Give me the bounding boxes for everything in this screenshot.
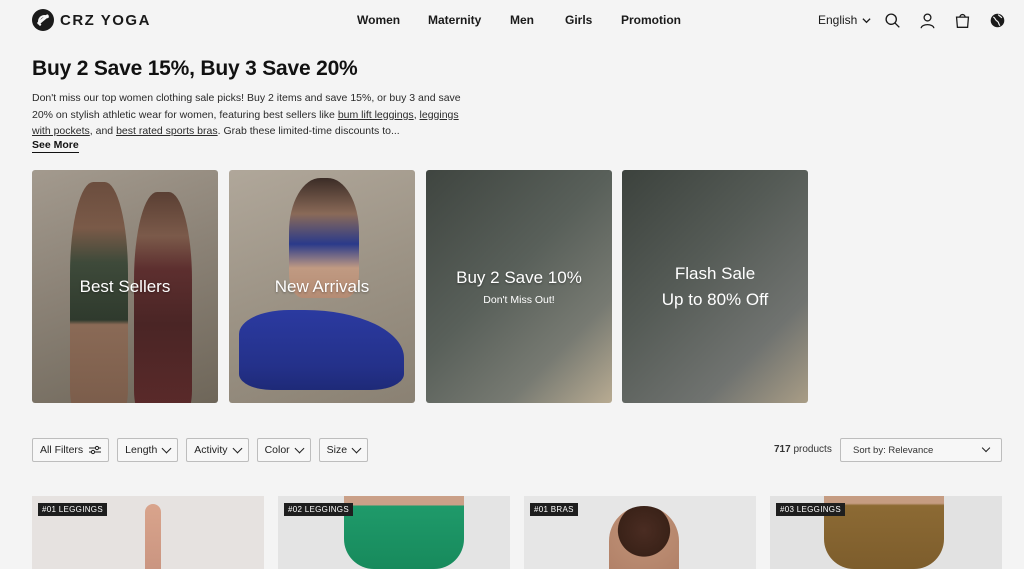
chevron-down-icon: [294, 443, 305, 453]
intro-text-4: . Grab these limited-time discounts to..…: [217, 125, 400, 137]
nav-item-promotion[interactable]: Promotion: [621, 13, 681, 27]
product-image: [145, 504, 161, 569]
bag-icon[interactable]: [953, 11, 971, 29]
all-filters-label: All Filters: [40, 444, 84, 456]
banner-sublabel: Don't Miss Out!: [483, 293, 555, 306]
product-card[interactable]: #03 LEGGINGS: [770, 496, 1002, 569]
page-title: Buy 2 Save 15%, Buy 3 Save 20%: [32, 57, 358, 80]
banner-label: Best Sellers: [79, 276, 171, 296]
chevron-down-icon: [981, 443, 991, 453]
language-selector[interactable]: English: [818, 13, 871, 27]
language-label: English: [818, 13, 858, 27]
product-count-suffix: products: [790, 444, 832, 455]
chevron-down-icon: [161, 443, 172, 453]
banner-new-arrivals[interactable]: New Arrivals: [229, 170, 415, 403]
filter-length[interactable]: Length: [117, 438, 179, 462]
product-image: [344, 496, 464, 569]
brand-name: CRZ YOGA: [60, 11, 151, 29]
nav-item-men[interactable]: Men: [510, 13, 565, 27]
brand-logo[interactable]: CRZ YOGA: [32, 9, 151, 31]
search-icon[interactable]: [883, 11, 901, 29]
product-count: 717 products: [774, 444, 832, 455]
nav-item-maternity[interactable]: Maternity: [428, 13, 510, 27]
rank-badge: #02 LEGGINGS: [284, 503, 353, 516]
rank-badge: #03 LEGGINGS: [776, 503, 845, 516]
filter-label: Length: [125, 444, 158, 456]
sort-select[interactable]: Sort by: Relevance: [840, 438, 1002, 462]
logo-mark-icon: [32, 9, 54, 31]
chevron-down-icon: [232, 443, 243, 453]
filter-sliders-icon: [89, 445, 102, 455]
link-bum-lift-leggings[interactable]: bum lift leggings: [338, 109, 414, 121]
legs-image: [239, 310, 404, 390]
nav-item-women[interactable]: Women: [357, 13, 428, 27]
header-actions: English: [818, 11, 1006, 29]
banner-buy2-save10[interactable]: Buy 2 Save 10% Don't Miss Out!: [426, 170, 612, 403]
banner-label: New Arrivals: [274, 276, 370, 296]
product-card[interactable]: #01 LEGGINGS: [32, 496, 264, 569]
rank-badge: #01 BRAS: [530, 503, 578, 516]
filter-label: Color: [264, 444, 290, 456]
globe-icon[interactable]: [988, 11, 1006, 29]
all-filters-button[interactable]: All Filters: [32, 438, 110, 462]
product-card[interactable]: #01 BRAS: [524, 496, 756, 569]
product-image: [609, 506, 679, 569]
product-count-number: 717: [774, 444, 791, 455]
product-card[interactable]: #02 LEGGINGS: [278, 496, 510, 569]
filter-activity[interactable]: Activity: [186, 438, 249, 462]
filter-size[interactable]: Size: [318, 438, 369, 462]
banner-best-sellers[interactable]: Best Sellers: [32, 170, 218, 403]
intro-text-3: , and: [89, 125, 117, 137]
nav-item-girls[interactable]: Girls: [565, 13, 621, 27]
sort-label: Sort by: Relevance: [853, 444, 934, 456]
filter-label: Size: [326, 444, 348, 456]
banner-sublabel: Up to 80% Off: [661, 289, 769, 309]
chevron-down-icon: [862, 17, 871, 23]
intro-description: Don't miss our top women clothing sale p…: [32, 90, 472, 140]
filter-label: Activity: [194, 444, 228, 456]
banner-label: Buy 2 Save 10%: [456, 267, 582, 287]
filter-bar: All Filters Length Activity Color Size: [32, 438, 369, 462]
rank-badge: #01 LEGGINGS: [38, 503, 107, 516]
model-image-2: [134, 192, 192, 403]
banner-flash-sale[interactable]: Flash Sale Up to 80% Off: [622, 170, 808, 403]
filter-color[interactable]: Color: [256, 438, 311, 462]
user-icon[interactable]: [918, 11, 936, 29]
see-more-link[interactable]: See More: [32, 139, 79, 153]
link-best-rated-sports-bras[interactable]: best rated sports bras: [116, 125, 218, 137]
banner-label: Flash Sale: [674, 263, 756, 283]
chevron-down-icon: [351, 443, 362, 453]
site-header: CRZ YOGA Women Maternity Men Girls Promo…: [0, 0, 1024, 42]
main-nav: Women Maternity Men Girls Promotion: [357, 13, 681, 27]
